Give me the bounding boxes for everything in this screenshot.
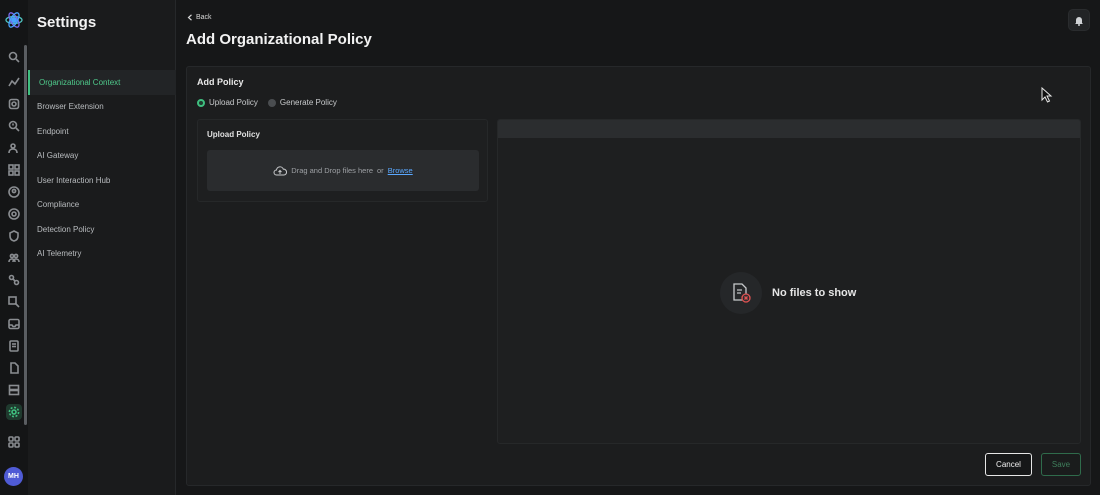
grid-menu-icon[interactable] <box>6 434 22 450</box>
sidebar-title: Settings <box>37 14 97 31</box>
sidebar-item-compliance[interactable]: Compliance <box>28 193 176 218</box>
document-icon[interactable] <box>6 360 22 376</box>
cloud-upload-icon <box>273 165 288 175</box>
search-icon[interactable] <box>6 49 22 65</box>
back-link[interactable]: Back <box>187 14 212 21</box>
report-icon[interactable] <box>6 338 22 354</box>
file-dropzone[interactable]: Drag and Drop files here or Browse <box>207 150 479 191</box>
empty-state-text: No files to show <box>772 287 857 299</box>
card-title: Add Policy <box>197 77 244 87</box>
profile-icon[interactable] <box>6 184 22 200</box>
policy-mode-radios: Upload Policy Generate Policy <box>197 98 337 107</box>
upload-policy-panel: Upload Policy Drag and Drop files here o… <box>197 119 488 202</box>
app-root: MH Settings Organizational Context Brows… <box>0 0 1100 495</box>
add-policy-card: Add Policy Upload Policy Generate Policy… <box>186 66 1091 486</box>
shield-icon[interactable] <box>6 228 22 244</box>
radio-upload-policy[interactable]: Upload Policy <box>197 98 258 107</box>
apps-icon[interactable] <box>6 162 22 178</box>
sidebar-item-organizational-context[interactable]: Organizational Context <box>28 70 176 95</box>
app-logo-icon[interactable] <box>4 10 24 30</box>
empty-state: No files to show <box>720 272 856 314</box>
sidebar-item-endpoint[interactable]: Endpoint <box>28 119 176 144</box>
users-icon[interactable] <box>6 140 22 156</box>
team-icon[interactable] <box>6 250 22 266</box>
dropzone-text: Drag and Drop files here <box>291 166 374 175</box>
chevron-left-icon <box>187 14 192 21</box>
settings-sidebar: Settings Organizational Context Browser … <box>28 0 176 495</box>
radio-upload-label: Upload Policy <box>209 98 258 107</box>
sidebar-item-detection-policy[interactable]: Detection Policy <box>28 217 176 242</box>
target-icon[interactable] <box>6 206 22 222</box>
radio-unselected-indicator <box>267 98 276 107</box>
file-error-icon <box>720 272 762 314</box>
back-label: Back <box>196 14 212 21</box>
scan-icon[interactable] <box>6 96 22 112</box>
radio-selected-indicator <box>197 98 205 107</box>
sidebar-item-user-interaction-hub[interactable]: User Interaction Hub <box>28 168 176 193</box>
files-list-header <box>498 120 1080 138</box>
browse-link[interactable]: Browse <box>388 166 413 175</box>
cancel-button[interactable]: Cancel <box>985 453 1032 476</box>
sidebar-item-ai-gateway[interactable]: AI Gateway <box>28 144 176 169</box>
link-icon[interactable] <box>6 272 22 288</box>
bell-icon <box>1075 16 1083 26</box>
rail-scrollbar[interactable] <box>24 45 27 425</box>
sidebar-item-ai-telemetry[interactable]: AI Telemetry <box>28 242 176 267</box>
settings-icon[interactable] <box>6 404 22 420</box>
inspect-icon[interactable] <box>6 294 22 310</box>
server-icon[interactable] <box>6 382 22 398</box>
radio-generate-label: Generate Policy <box>279 98 337 107</box>
icon-rail: MH <box>0 0 28 495</box>
inbox-icon[interactable] <box>6 316 22 332</box>
files-list-panel: No files to show <box>497 119 1081 444</box>
dropzone-or: or <box>377 166 384 175</box>
save-button[interactable]: Save <box>1041 453 1081 476</box>
search-alert-icon[interactable] <box>6 118 22 134</box>
analytics-icon[interactable] <box>6 74 22 90</box>
mouse-cursor-icon <box>1041 87 1053 103</box>
sidebar-item-browser-extension[interactable]: Browser Extension <box>28 95 176 120</box>
upload-panel-title: Upload Policy <box>207 130 260 139</box>
sidebar-menu: Organizational Context Browser Extension… <box>28 70 176 266</box>
page-title: Add Organizational Policy <box>186 31 372 48</box>
avatar[interactable]: MH <box>4 467 23 486</box>
radio-generate-policy[interactable]: Generate Policy <box>267 98 337 107</box>
notifications-button[interactable] <box>1068 9 1090 31</box>
